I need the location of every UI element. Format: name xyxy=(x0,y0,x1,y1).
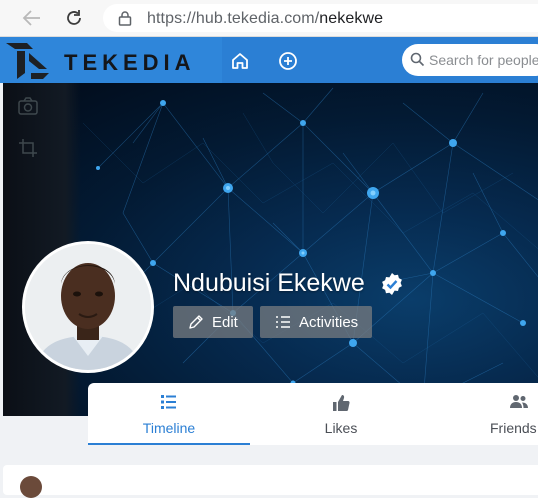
profile-avatar[interactable] xyxy=(22,241,154,373)
list-icon xyxy=(276,316,290,328)
profile-tabs: Timeline Likes Friends xyxy=(88,383,538,445)
tab-timeline[interactable]: Timeline xyxy=(88,383,250,445)
search-placeholder: Search for people xyxy=(429,52,538,68)
edit-label: Edit xyxy=(212,313,238,331)
verified-badge-icon xyxy=(382,273,402,295)
url-path: nekekwe xyxy=(319,10,384,27)
activities-button[interactable]: Activities xyxy=(260,306,372,338)
search-icon xyxy=(410,52,425,67)
search-input[interactable]: Search for people xyxy=(402,44,538,76)
back-button[interactable] xyxy=(19,6,45,30)
avatar-photo xyxy=(25,244,151,370)
crop-icon[interactable] xyxy=(17,137,39,159)
tekedia-logo-icon[interactable] xyxy=(3,39,53,81)
home-icon xyxy=(232,53,248,69)
post-card xyxy=(3,465,538,495)
create-button[interactable] xyxy=(277,50,299,72)
activities-label: Activities xyxy=(299,313,359,331)
tab-friends[interactable]: Friends xyxy=(432,383,538,445)
reload-button[interactable] xyxy=(61,6,87,30)
plus-circle-icon xyxy=(279,52,297,70)
url-text: https://hub.tekedia.com/nekekwe xyxy=(147,10,383,28)
tab-label-timeline: Timeline xyxy=(142,420,196,436)
edit-profile-button[interactable]: Edit xyxy=(173,306,253,338)
arrow-left-icon xyxy=(22,10,40,26)
friends-icon xyxy=(510,395,528,408)
pencil-icon xyxy=(189,315,203,329)
address-bar[interactable]: https://hub.tekedia.com/nekekwe xyxy=(103,4,538,32)
tab-label-friends: Friends xyxy=(490,420,537,436)
thumbs-up-icon xyxy=(333,395,350,411)
person-portrait-icon xyxy=(25,244,151,370)
browser-toolbar: https://hub.tekedia.com/nekekwe xyxy=(0,0,538,37)
home-button[interactable] xyxy=(229,50,251,72)
camera-icon[interactable] xyxy=(17,95,39,117)
tab-likes[interactable]: Likes xyxy=(260,383,422,445)
site-logo-text[interactable]: TEKEDIA xyxy=(64,50,196,76)
profile-name: Ndubuisi Ekekwe xyxy=(173,269,365,297)
tab-label-likes: Likes xyxy=(324,420,358,436)
url-host: https://hub.tekedia.com/ xyxy=(147,10,320,27)
lock-icon xyxy=(118,11,132,26)
reload-icon xyxy=(67,10,81,25)
timeline-icon xyxy=(161,395,176,409)
post-author-avatar[interactable] xyxy=(20,476,42,498)
